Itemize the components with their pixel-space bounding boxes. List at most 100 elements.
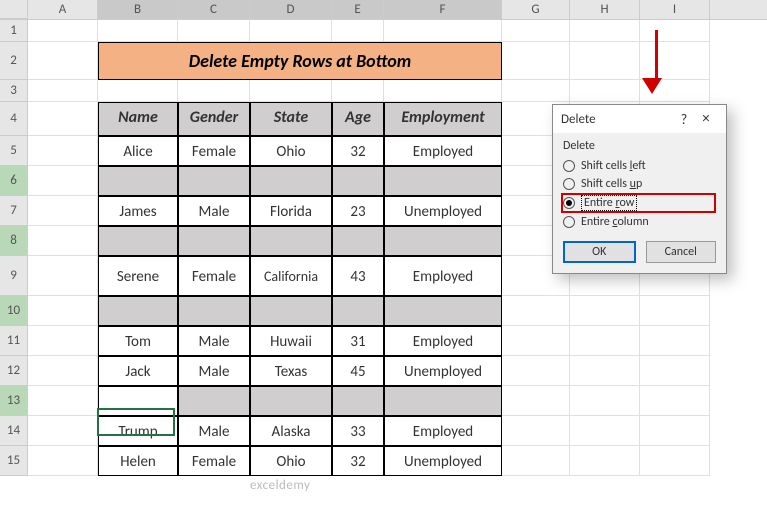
cell-E12[interactable]: 45 [332, 356, 384, 386]
cell-B12[interactable]: Jack [98, 356, 178, 386]
cell-E11[interactable]: 31 [332, 326, 384, 356]
cell-B3[interactable] [98, 80, 178, 102]
cell-B14[interactable]: Trump [98, 416, 178, 446]
cell-E9[interactable]: 43 [332, 256, 384, 296]
row-header-2[interactable]: 2 [0, 42, 28, 80]
cell-G14[interactable] [502, 416, 570, 446]
cell-A12[interactable] [28, 356, 98, 386]
cell-A11[interactable] [28, 326, 98, 356]
cell-F1[interactable] [384, 20, 502, 42]
select-all-corner[interactable] [0, 0, 28, 19]
cell-G13[interactable] [502, 386, 570, 416]
cell-F15[interactable]: Unemployed [384, 446, 502, 476]
cell-A4[interactable] [28, 102, 98, 136]
radio-entire-row[interactable]: Entire row [561, 193, 716, 213]
cell-F5[interactable]: Employed [384, 136, 502, 166]
header-employment[interactable]: Employment [384, 102, 502, 136]
cell-F13[interactable] [384, 386, 502, 416]
row-header-7[interactable]: 7 [0, 196, 28, 226]
cell-I11[interactable] [640, 326, 710, 356]
cell-E1[interactable] [332, 20, 384, 42]
col-header-E[interactable]: E [332, 0, 384, 19]
col-header-C[interactable]: C [178, 0, 250, 19]
cell-D6[interactable] [250, 166, 332, 196]
cell-D5[interactable]: Ohio [250, 136, 332, 166]
cell-B13-active[interactable] [98, 386, 178, 416]
cell-I13[interactable] [640, 386, 710, 416]
help-icon[interactable]: ? [674, 111, 694, 128]
col-header-B[interactable]: B [98, 0, 178, 19]
cell-G15[interactable] [502, 446, 570, 476]
cell-A8[interactable] [28, 226, 98, 256]
col-header-D[interactable]: D [250, 0, 332, 19]
col-header-I[interactable]: I [640, 0, 710, 19]
col-header-H[interactable]: H [570, 0, 640, 19]
cell-A1[interactable] [28, 20, 98, 42]
cell-H2[interactable] [570, 42, 640, 80]
cell-B6[interactable] [98, 166, 178, 196]
cell-C14[interactable]: Male [178, 416, 250, 446]
cell-H13[interactable] [570, 386, 640, 416]
row-header-13[interactable]: 13 [0, 386, 28, 416]
cell-E7[interactable]: 23 [332, 196, 384, 226]
cell-D14[interactable]: Alaska [250, 416, 332, 446]
cell-G2[interactable] [502, 42, 570, 80]
cell-F14[interactable]: Employed [384, 416, 502, 446]
cell-F9[interactable]: Employed [384, 256, 502, 296]
cancel-button[interactable]: Cancel [646, 241, 717, 263]
cell-D15[interactable]: Ohio [250, 446, 332, 476]
cell-H1[interactable] [570, 20, 640, 42]
cell-B7[interactable]: James [98, 196, 178, 226]
cell-C6[interactable] [178, 166, 250, 196]
cell-A13[interactable] [28, 386, 98, 416]
cell-E5[interactable]: 32 [332, 136, 384, 166]
cell-H11[interactable] [570, 326, 640, 356]
cell-D11[interactable]: Huwaii [250, 326, 332, 356]
cell-F11[interactable]: Employed [384, 326, 502, 356]
row-header-12[interactable]: 12 [0, 356, 28, 386]
cell-H12[interactable] [570, 356, 640, 386]
cell-B5[interactable]: Alice [98, 136, 178, 166]
cell-A5[interactable] [28, 136, 98, 166]
row-header-1[interactable]: 1 [0, 20, 28, 42]
cell-D13[interactable] [250, 386, 332, 416]
cell-F10[interactable] [384, 296, 502, 326]
cell-C9[interactable]: Female [178, 256, 250, 296]
cell-G3[interactable] [502, 80, 570, 102]
header-name[interactable]: Name [98, 102, 178, 136]
cell-B1[interactable] [98, 20, 178, 42]
cell-D10[interactable] [250, 296, 332, 326]
cell-H14[interactable] [570, 416, 640, 446]
cell-A3[interactable] [28, 80, 98, 102]
cell-B9[interactable]: Serene [98, 256, 178, 296]
header-age[interactable]: Age [332, 102, 384, 136]
cell-F8[interactable] [384, 226, 502, 256]
cell-E14[interactable]: 33 [332, 416, 384, 446]
cell-I14[interactable] [640, 416, 710, 446]
row-header-10[interactable]: 10 [0, 296, 28, 326]
cell-B10[interactable] [98, 296, 178, 326]
cell-D3[interactable] [250, 80, 332, 102]
cell-A14[interactable] [28, 416, 98, 446]
title-cell[interactable]: Delete Empty Rows at Bottom [98, 42, 502, 80]
cell-A6[interactable] [28, 166, 98, 196]
cell-A9[interactable] [28, 256, 98, 296]
cell-A7[interactable] [28, 196, 98, 226]
cell-D8[interactable] [250, 226, 332, 256]
row-header-9[interactable]: 9 [0, 256, 28, 296]
cell-D1[interactable] [250, 20, 332, 42]
cell-F12[interactable]: Unemployed [384, 356, 502, 386]
close-icon[interactable]: × [694, 110, 718, 128]
cell-G1[interactable] [502, 20, 570, 42]
cell-E10[interactable] [332, 296, 384, 326]
cell-C5[interactable]: Female [178, 136, 250, 166]
cell-I10[interactable] [640, 296, 710, 326]
radio-shift-cells-up[interactable]: Shift cells up [563, 175, 716, 193]
cell-D7[interactable]: Florida [250, 196, 332, 226]
cell-I15[interactable] [640, 446, 710, 476]
cell-C10[interactable] [178, 296, 250, 326]
col-header-A[interactable]: A [28, 0, 98, 19]
radio-entire-column[interactable]: Entire column [563, 213, 716, 231]
row-header-8[interactable]: 8 [0, 226, 28, 256]
cell-H15[interactable] [570, 446, 640, 476]
